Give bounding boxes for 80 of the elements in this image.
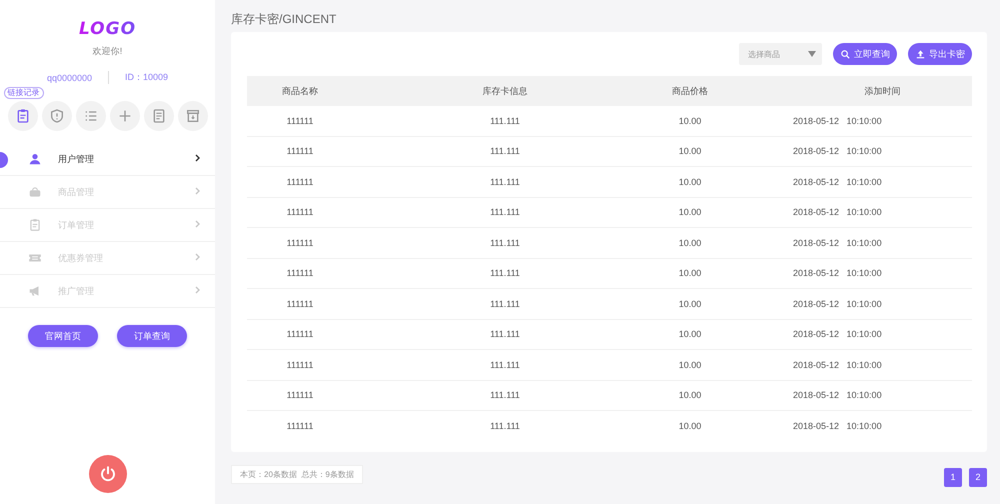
table-cell-text: 2018-05-12 10:10:00 bbox=[792, 116, 883, 126]
archive-icon bbox=[184, 108, 200, 124]
table-cell-text: 111111 bbox=[286, 390, 314, 400]
shield-icon bbox=[48, 108, 64, 124]
table-cell-text: 10.00 bbox=[678, 329, 702, 340]
table-cell-text: 111111 bbox=[286, 329, 314, 340]
table-cell-text: 111111 bbox=[286, 238, 314, 248]
table-cell-text: 111111 bbox=[286, 146, 314, 156]
table-cell-text: 111.111 bbox=[489, 268, 521, 278]
nav-button[interactable]: 官网首页 bbox=[28, 325, 98, 347]
table-cell-text: 10.00 bbox=[678, 116, 702, 126]
table-cell-text: 2018-05-12 10:10:00 bbox=[792, 298, 883, 309]
table-cell-text: 10.00 bbox=[678, 360, 702, 370]
table-cell-text: 111.111 bbox=[489, 298, 521, 309]
table-cell-text: 111111 bbox=[286, 298, 314, 309]
tooltip: 链接记录 bbox=[4, 87, 44, 99]
table-cell-text: 111.111 bbox=[489, 360, 521, 370]
table-cell-text: 10.00 bbox=[678, 390, 702, 400]
page-button[interactable]: 2 bbox=[969, 468, 987, 486]
plus-icon bbox=[116, 108, 132, 124]
quick-button[interactable] bbox=[76, 101, 106, 131]
table-cell-text: 2018-05-12 10:10:00 bbox=[792, 238, 883, 248]
search-icon bbox=[840, 48, 851, 60]
quick-button[interactable] bbox=[110, 101, 140, 131]
table-cell-text: 10.00 bbox=[678, 298, 702, 309]
basket-icon bbox=[28, 185, 42, 199]
table-cell-text: 2018-05-12 10:10:00 bbox=[792, 176, 883, 187]
table-cell-text: 111.111 bbox=[489, 238, 521, 248]
table-cell-text: 2018-05-12 10:10:00 bbox=[792, 421, 883, 432]
table-cell-text: 111111 bbox=[286, 421, 314, 432]
quick-button[interactable] bbox=[42, 101, 72, 131]
table-cell-text: 111111 bbox=[286, 268, 314, 278]
table-cell-text: 111111 bbox=[286, 360, 314, 370]
table-cell-text: 10.00 bbox=[678, 421, 702, 432]
power-button[interactable] bbox=[88, 455, 126, 493]
table-cell-text: 111.111 bbox=[489, 146, 521, 156]
table-cell-text: 111.111 bbox=[489, 421, 521, 432]
nav-button[interactable]: 订单查询 bbox=[117, 325, 187, 347]
document-icon bbox=[150, 108, 166, 124]
clipboard-icon bbox=[14, 108, 30, 124]
table-cell-text: 111.111 bbox=[489, 176, 521, 187]
action-button[interactable]: 立即查询 bbox=[833, 43, 897, 65]
product-select[interactable]: 选择商品 bbox=[739, 43, 822, 65]
table-cell-text: 10.00 bbox=[678, 238, 702, 248]
table-cell-text: 2018-05-12 10:10:00 bbox=[792, 360, 883, 370]
data-summary: 本页：20条数据 总共：9条数据 bbox=[231, 465, 363, 484]
column-header: 库存卡信息 bbox=[482, 84, 528, 98]
table-cell-text: 111.111 bbox=[489, 329, 521, 340]
quick-button[interactable] bbox=[144, 101, 174, 131]
table-cell-text: 111111 bbox=[286, 176, 314, 187]
table-cell-text: 10.00 bbox=[678, 176, 702, 187]
table-cell-text: 111111 bbox=[286, 116, 314, 126]
account-name: qq0000000 bbox=[46, 72, 92, 82]
table-cell-text: 10.00 bbox=[678, 146, 702, 156]
table-cell-text: 2018-05-12 10:10:00 bbox=[792, 390, 883, 400]
table-cell-text: 2018-05-12 10:10:00 bbox=[792, 268, 883, 278]
dropdown-arrow-icon bbox=[808, 51, 816, 57]
column-header: 商品名称 bbox=[281, 84, 319, 98]
table-cell-text: 111111 bbox=[286, 207, 314, 218]
column-header: 商品价格 bbox=[671, 84, 709, 98]
quick-button[interactable] bbox=[8, 101, 38, 131]
action-button[interactable]: 导出卡密 bbox=[908, 43, 972, 65]
table-cell-text: 10.00 bbox=[678, 268, 702, 278]
table-cell-text: 2018-05-12 10:10:00 bbox=[792, 329, 883, 340]
upload-icon bbox=[915, 48, 926, 60]
table-cell-text: 111.111 bbox=[489, 207, 521, 218]
clipboard-icon bbox=[28, 218, 42, 232]
table-cell-text: 10.00 bbox=[678, 207, 702, 218]
welcome-text: 欢迎你! bbox=[92, 45, 122, 58]
breadcrumb: 库存卡密/GINCENT bbox=[231, 11, 338, 28]
power-icon bbox=[98, 465, 116, 483]
page-button[interactable]: 1 bbox=[944, 468, 962, 486]
user-icon bbox=[28, 152, 42, 166]
table-cell-text: 111.111 bbox=[489, 116, 521, 126]
table-cell-text: 2018-05-12 10:10:00 bbox=[792, 207, 883, 218]
quick-button[interactable] bbox=[178, 101, 208, 131]
user-id: ID：10009 bbox=[125, 71, 168, 84]
table-cell-text: 111.111 bbox=[489, 390, 521, 400]
column-header: 添加时间 bbox=[864, 84, 902, 98]
table-cell-text: 2018-05-12 10:10:00 bbox=[792, 146, 883, 156]
